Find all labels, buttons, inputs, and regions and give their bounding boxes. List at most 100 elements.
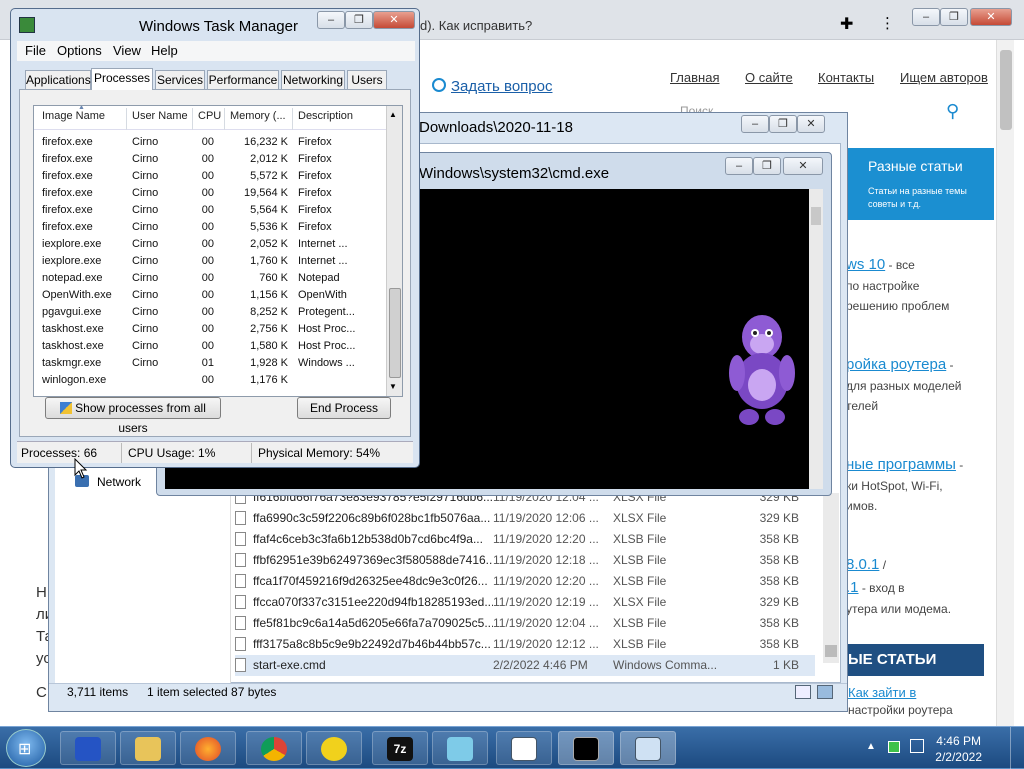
nav-network-item[interactable]: Network: [97, 475, 141, 489]
file-list-scrollbar[interactable]: [823, 493, 839, 663]
tray-status-icon[interactable]: [888, 741, 900, 753]
browser-scrollbar[interactable]: [996, 40, 1014, 726]
side-link-windows[interactable]: ws 10: [846, 256, 885, 273]
extensions-icon[interactable]: ✚: [840, 14, 853, 34]
side-text: для разных моделей: [846, 379, 962, 393]
menu-icon[interactable]: ⋮: [880, 14, 895, 32]
tray-arrow-icon[interactable]: ▲: [866, 741, 876, 752]
taskbar-notepad[interactable]: [432, 731, 488, 765]
tab-users[interactable]: Users: [347, 70, 387, 90]
process-row[interactable]: winlogon.exe 00 1,176 K: [34, 372, 386, 389]
file-row[interactable]: start-exe.cmd 2/2/2022 4:46 PM Windows Com…: [235, 655, 815, 676]
file-row[interactable]: ffbf62951e39b62497369ec3f580588de7416...…: [235, 550, 815, 571]
explorer-maximize-button[interactable]: ❐: [769, 115, 797, 133]
details-view-icon[interactable]: [795, 685, 811, 699]
cmd-maximize-button[interactable]: ❐: [753, 157, 781, 175]
column-image-name[interactable]: Image Name: [42, 110, 105, 122]
process-row[interactable]: taskmgr.exe Cirno 01 1,928 K Windows ...: [34, 355, 386, 372]
process-row[interactable]: firefox.exe Cirno 00 2,012 K Firefox: [34, 151, 386, 168]
show-desktop-button[interactable]: [1010, 727, 1024, 769]
taskbar-firefox[interactable]: [180, 731, 236, 765]
side-link-programs[interactable]: ные программы: [846, 456, 956, 473]
process-row[interactable]: firefox.exe Cirno 00 5,564 K Firefox: [34, 202, 386, 219]
category-card[interactable]: Разные статьи Статьи на разные темы сове…: [840, 148, 994, 220]
tab-performance[interactable]: Performance: [207, 70, 279, 90]
menu-view[interactable]: View: [113, 43, 141, 58]
bonzi-buddy-icon[interactable]: [717, 309, 807, 429]
scroll-up-icon[interactable]: ▲: [389, 110, 397, 119]
process-row[interactable]: notepad.exe Cirno 00 760 K Notepad: [34, 270, 386, 287]
taskbar-cmd[interactable]: [558, 731, 614, 765]
menu-file[interactable]: File: [25, 43, 46, 58]
scroll-down-icon[interactable]: ▼: [389, 382, 397, 391]
taskbar-chrome[interactable]: [246, 731, 302, 765]
file-row[interactable]: ffa6990c3c59f2206c89b6f028bc1fb5076aa...…: [235, 508, 815, 529]
process-mem: 1,580 K: [250, 340, 288, 352]
column-cpu[interactable]: CPU: [198, 110, 221, 122]
nav-about-link[interactable]: О сайте: [745, 70, 793, 85]
cmd-close-button[interactable]: ✕: [783, 157, 823, 175]
file-row[interactable]: ffe5f81bc9c6a14a5d6205e66fa7a709025c5...…: [235, 613, 815, 634]
search-icon[interactable]: ⚲: [946, 101, 959, 122]
start-button[interactable]: ⊞: [6, 729, 46, 767]
process-row[interactable]: firefox.exe Cirno 00 19,564 K Firefox: [34, 185, 386, 202]
browser-minimize-button[interactable]: –: [912, 8, 940, 26]
tab-applications[interactable]: Applications: [25, 70, 91, 90]
column-user-name[interactable]: User Name: [132, 110, 188, 122]
process-row[interactable]: iexplore.exe Cirno 00 1,760 K Internet ...: [34, 253, 386, 270]
file-row[interactable]: fff3175a8c8b5c9e9b22492d7b46b44bb57c... 1…: [235, 634, 815, 655]
browser-maximize-button[interactable]: ❐: [940, 8, 968, 26]
cmd-scrollbar[interactable]: [809, 189, 823, 489]
file-row[interactable]: ffcca070f337c3151ee220d94fb18285193ed...…: [235, 592, 815, 613]
side-text: -: [946, 358, 954, 372]
taskbar-network-app[interactable]: [60, 731, 116, 765]
taskbar-explorer[interactable]: [120, 731, 176, 765]
process-row[interactable]: pgavgui.exe Cirno 00 8,252 K Protegent...: [34, 304, 386, 321]
file-row[interactable]: ffca1f70f459216f9d26325ee48dc9e3c0f26...…: [235, 571, 815, 592]
tab-services[interactable]: Services: [155, 70, 205, 90]
process-row[interactable]: firefox.exe Cirno 00 5,536 K Firefox: [34, 219, 386, 236]
side-link-router[interactable]: ройка роутера: [846, 356, 946, 373]
show-all-processes-button[interactable]: Show processes from all users: [45, 397, 221, 435]
nav-contacts-link[interactable]: Контакты: [818, 70, 874, 85]
process-row[interactable]: OpenWith.exe Cirno 00 1,156 K OpenWith: [34, 287, 386, 304]
file-type: XLSB File: [613, 574, 667, 588]
preview-view-icon[interactable]: [817, 685, 833, 699]
side-link-ip[interactable]: 8.0.1: [846, 556, 879, 573]
menu-help[interactable]: Help: [151, 43, 178, 58]
explorer-minimize-button[interactable]: –: [741, 115, 769, 133]
taskbar-clock[interactable]: 4:46 PM 2/2/2022: [935, 733, 982, 765]
tab-networking[interactable]: Networking: [281, 70, 345, 90]
howto-link[interactable]: Как зайти в: [848, 685, 916, 700]
scroll-thumb[interactable]: [389, 288, 401, 378]
nav-home-link[interactable]: Главная: [670, 70, 719, 85]
taskmgr-minimize-button[interactable]: –: [317, 11, 345, 29]
end-process-button[interactable]: End Process: [297, 397, 391, 419]
ask-question-link[interactable]: Задать вопрос: [451, 78, 552, 95]
tab-processes[interactable]: Processes: [91, 68, 153, 90]
taskbar-list-app[interactable]: [496, 731, 552, 765]
cmd-minimize-button[interactable]: –: [725, 157, 753, 175]
browser-close-button[interactable]: ✕: [970, 8, 1012, 26]
taskbar-taskmgr[interactable]: [620, 731, 676, 765]
process-row[interactable]: firefox.exe Cirno 00 5,572 K Firefox: [34, 168, 386, 185]
menu-options[interactable]: Options: [57, 43, 102, 58]
process-desc: OpenWith: [298, 289, 347, 301]
tray-network-icon[interactable]: [910, 739, 924, 753]
taskmgr-close-button[interactable]: ✕: [373, 11, 415, 29]
process-row[interactable]: taskhost.exe Cirno 00 2,756 K Host Proc...: [34, 321, 386, 338]
process-row[interactable]: firefox.exe Cirno 00 16,232 K Firefox: [34, 134, 386, 151]
taskbar-7zip[interactable]: 7z: [372, 731, 428, 765]
column-description[interactable]: Description: [298, 110, 353, 122]
process-row[interactable]: taskhost.exe Cirno 00 1,580 K Host Proc...: [34, 338, 386, 355]
nav-authors-link[interactable]: Ищем авторов: [900, 70, 988, 85]
explorer-close-button[interactable]: ✕: [797, 115, 825, 133]
side-text: - все: [885, 258, 915, 272]
column-memory[interactable]: Memory (...: [230, 110, 286, 122]
file-row[interactable]: ffaf4c6ceb3c3fa6b12b538d0b7cd6bc4f9a... 1…: [235, 529, 815, 550]
process-table[interactable]: Image Name ▲ User Name CPU Memory (... D…: [33, 105, 403, 397]
process-row[interactable]: iexplore.exe Cirno 00 2,052 K Internet ...: [34, 236, 386, 253]
process-table-scrollbar[interactable]: ▲ ▼: [386, 106, 402, 396]
taskmgr-maximize-button[interactable]: ❐: [345, 11, 373, 29]
taskbar-protegent[interactable]: [306, 731, 362, 765]
